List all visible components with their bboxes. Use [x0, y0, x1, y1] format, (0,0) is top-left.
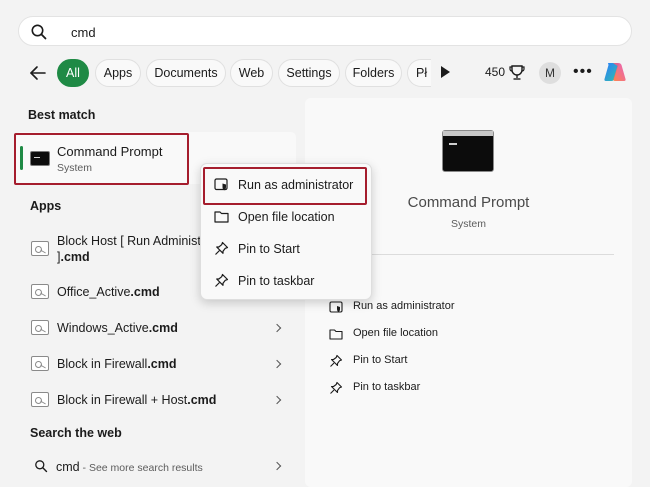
tab-folders[interactable]: Folders	[345, 59, 402, 87]
pin-icon	[215, 273, 229, 287]
script-file-icon	[31, 356, 49, 371]
best-match-highlight	[14, 133, 189, 185]
apps-heading: Apps	[30, 199, 62, 213]
search-icon	[31, 24, 47, 40]
filter-bar: All Apps Documents Web Settings Folders …	[0, 58, 650, 88]
tab-documents[interactable]: Documents	[146, 59, 226, 87]
preview-action-open-location[interactable]: Open file location	[327, 323, 567, 345]
web-search-query: cmd - See more search results	[56, 460, 203, 474]
rewards-points: 450	[485, 65, 506, 79]
script-file-icon	[31, 320, 49, 335]
list-item[interactable]: Block in Firewall + Host.cmd	[16, 389, 296, 421]
app-name: Block Host [ Run Administra].cmd	[57, 234, 212, 264]
chevron-right-icon[interactable]	[272, 359, 282, 369]
avatar[interactable]: M	[539, 62, 561, 84]
app-name: Block in Firewall + Host.cmd	[57, 393, 217, 407]
app-name: Office_Active.cmd	[57, 285, 160, 299]
run-as-admin-highlight	[203, 167, 367, 205]
tab-apps[interactable]: Apps	[95, 59, 141, 87]
copilot-icon[interactable]	[602, 59, 628, 85]
list-item[interactable]: Block in Firewall.cmd	[16, 353, 296, 385]
search-box[interactable]	[18, 16, 632, 46]
search-input[interactable]	[71, 21, 611, 43]
folder-icon	[214, 211, 229, 223]
shield-admin-icon	[329, 301, 343, 313]
context-menu-open-location[interactable]: Open file location	[210, 204, 364, 230]
context-menu-pin-start[interactable]: Pin to Start	[210, 236, 364, 262]
rewards-trophy-icon[interactable]	[508, 63, 526, 81]
pin-icon	[330, 381, 343, 394]
preview-action-pin-start[interactable]: Pin to Start	[327, 350, 567, 372]
script-file-icon	[31, 284, 49, 299]
preview-action-pin-taskbar[interactable]: Pin to taskbar	[327, 377, 567, 399]
search-icon	[35, 460, 48, 473]
chevron-right-icon[interactable]	[272, 395, 282, 405]
folder-icon	[329, 329, 343, 340]
tab-settings[interactable]: Settings	[278, 59, 340, 87]
chevron-right-icon[interactable]	[272, 323, 282, 333]
app-name: Windows_Active.cmd	[57, 321, 178, 335]
script-file-icon	[31, 392, 49, 407]
tab-web[interactable]: Web	[230, 59, 273, 87]
tab-all[interactable]: All	[57, 59, 89, 87]
tab-photos[interactable]: Pł	[407, 59, 431, 87]
more-options-icon[interactable]: •••	[573, 63, 593, 81]
pin-icon	[330, 354, 343, 367]
back-arrow-icon[interactable]	[29, 65, 47, 81]
list-item[interactable]: Windows_Active.cmd	[16, 317, 296, 349]
script-file-icon	[31, 241, 49, 256]
scroll-right-icon[interactable]	[441, 66, 450, 78]
app-name: Block in Firewall.cmd	[57, 357, 177, 371]
context-menu-pin-taskbar[interactable]: Pin to taskbar	[210, 268, 364, 294]
pin-icon	[215, 241, 229, 255]
web-search-item[interactable]: cmd - See more search results	[16, 454, 296, 480]
command-prompt-large-icon	[442, 130, 494, 172]
best-match-heading: Best match	[28, 108, 96, 122]
search-web-heading: Search the web	[30, 426, 122, 440]
chevron-right-icon[interactable]	[272, 461, 282, 471]
